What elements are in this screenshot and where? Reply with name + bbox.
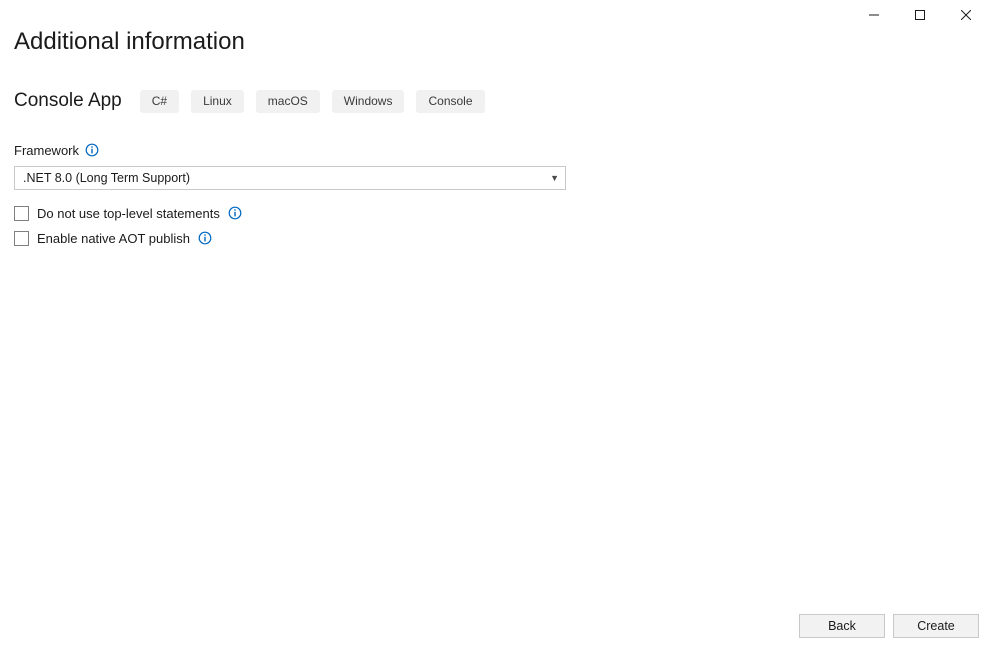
back-button[interactable]: Back	[799, 614, 885, 638]
maximize-icon	[915, 10, 925, 20]
native-aot-checkbox[interactable]	[14, 231, 29, 246]
footer-buttons: Back Create	[799, 614, 979, 638]
window-controls	[851, 0, 989, 30]
tag-windows[interactable]: Windows	[332, 90, 405, 113]
tag-csharp[interactable]: C#	[140, 90, 179, 113]
tag-macos[interactable]: macOS	[256, 90, 320, 113]
info-icon[interactable]	[198, 231, 212, 245]
toplevel-statements-row: Do not use top-level statements	[14, 206, 975, 221]
framework-dropdown[interactable]: .NET 8.0 (Long Term Support) ▼	[14, 166, 566, 190]
maximize-button[interactable]	[897, 0, 943, 30]
framework-label-row: Framework	[14, 143, 975, 158]
main-content: Additional information Console App C# Li…	[0, 0, 989, 246]
native-aot-row: Enable native AOT publish	[14, 231, 975, 246]
minimize-button[interactable]	[851, 0, 897, 30]
minimize-icon	[869, 10, 879, 20]
project-type-label: Console App	[14, 90, 122, 112]
native-aot-label: Enable native AOT publish	[37, 231, 190, 246]
close-button[interactable]	[943, 0, 989, 30]
tag-console[interactable]: Console	[416, 90, 484, 113]
tag-linux[interactable]: Linux	[191, 90, 244, 113]
page-title: Additional information	[14, 28, 975, 56]
framework-label: Framework	[14, 143, 79, 158]
chevron-down-icon: ▼	[550, 173, 559, 183]
toplevel-statements-label: Do not use top-level statements	[37, 206, 220, 221]
info-icon[interactable]	[228, 206, 242, 220]
info-icon[interactable]	[85, 143, 99, 157]
toplevel-statements-checkbox[interactable]	[14, 206, 29, 221]
close-icon	[961, 10, 971, 20]
framework-selected-value: .NET 8.0 (Long Term Support)	[23, 171, 190, 185]
create-button[interactable]: Create	[893, 614, 979, 638]
project-type-row: Console App C# Linux macOS Windows Conso…	[14, 90, 975, 113]
